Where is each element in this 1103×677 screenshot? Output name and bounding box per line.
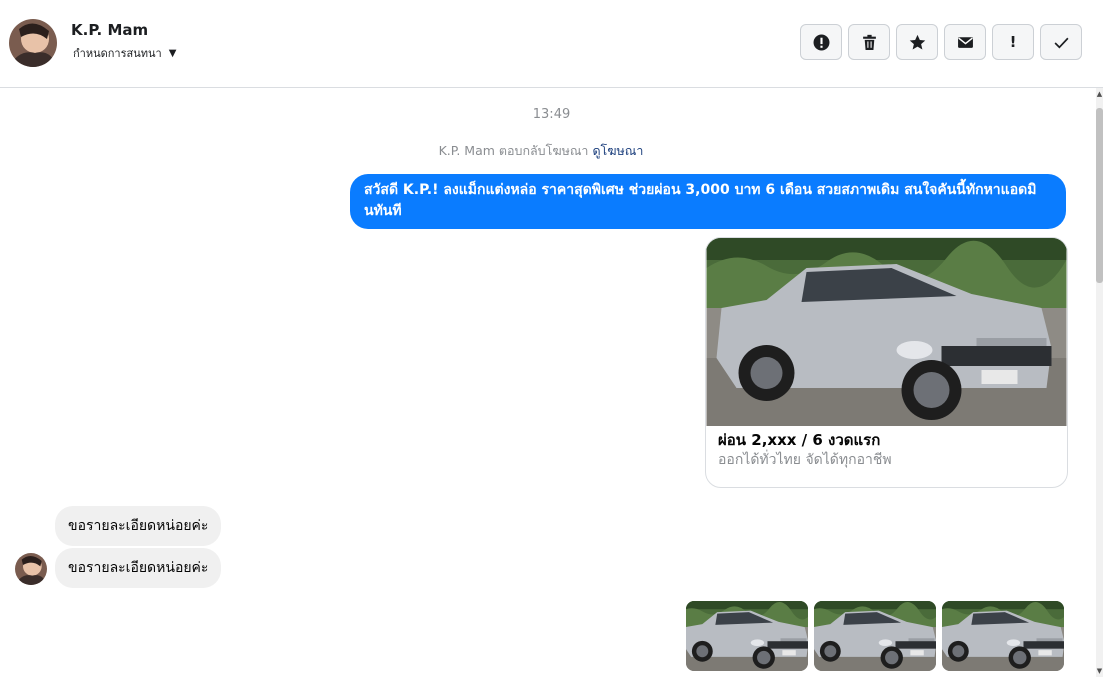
header-toolbar: ! xyxy=(800,24,1082,60)
photo-thumbnail[interactable] xyxy=(942,601,1064,671)
scrollbar-thumb[interactable] xyxy=(1096,108,1103,283)
message-thread[interactable]: 13:49 K.P. Mam ตอบกลับโฆษณา ดูโฆษณา สวัส… xyxy=(0,88,1096,677)
important-button[interactable]: ! xyxy=(992,24,1034,60)
scroll-up-icon[interactable]: ▲ xyxy=(1096,90,1103,98)
thread-scrollbar[interactable]: ▲ ▼ xyxy=(1096,88,1103,677)
conversation-menu[interactable]: กำหนดการสนทนา ▼ xyxy=(73,44,176,62)
photo-thumbnail[interactable] xyxy=(686,601,808,671)
ad-reply-text: K.P. Mam ตอบกลับโฆษณา xyxy=(438,143,589,158)
scroll-down-icon[interactable]: ▼ xyxy=(1096,667,1103,675)
truck-photo xyxy=(706,238,1067,426)
view-ad-link[interactable]: ดูโฆษณา xyxy=(592,143,643,158)
trash-icon xyxy=(862,34,876,50)
delete-button[interactable] xyxy=(848,24,890,60)
mark-done-button[interactable] xyxy=(1040,24,1082,60)
exclamation-icon: ! xyxy=(1009,33,1017,51)
sender-avatar[interactable] xyxy=(15,553,47,585)
conversation-header: K.P. Mam กำหนดการสนทนา ▼ ! xyxy=(0,0,1103,88)
ad-card[interactable]: ผ่อน 2,xxx / 6 งวดแรก ออกได้ทั่วไทย จัดไ… xyxy=(705,237,1068,488)
message-timestamp: 13:49 xyxy=(532,107,571,122)
alert-circle-icon xyxy=(813,34,829,50)
star-button[interactable] xyxy=(896,24,938,60)
incoming-message[interactable]: ขอรายละเอียดหน่อยค่ะ xyxy=(55,506,222,546)
incoming-message[interactable]: ขอรายละเอียดหน่อยค่ะ xyxy=(55,548,222,588)
conversation-menu-label: กำหนดการสนทนา xyxy=(73,47,162,60)
report-button[interactable] xyxy=(800,24,842,60)
ad-card-subtitle: ออกได้ทั่วไทย จัดได้ทุกอาชีพ xyxy=(718,452,892,468)
photo-thumbnail[interactable] xyxy=(814,601,936,671)
contact-avatar[interactable] xyxy=(9,19,57,67)
outgoing-message[interactable]: สวัสดี K.P.! ลงแม็กแต่งหล่อ ราคาสุดพิเศษ… xyxy=(350,174,1066,229)
mark-unread-button[interactable] xyxy=(944,24,986,60)
caret-down-icon: ▼ xyxy=(168,47,177,59)
check-icon xyxy=(1054,37,1068,49)
envelope-icon xyxy=(957,36,973,48)
contact-name[interactable]: K.P. Mam xyxy=(71,21,148,39)
ad-reply-notice: K.P. Mam ตอบกลับโฆษณา ดูโฆษณา xyxy=(0,141,1082,161)
star-icon xyxy=(909,34,925,50)
